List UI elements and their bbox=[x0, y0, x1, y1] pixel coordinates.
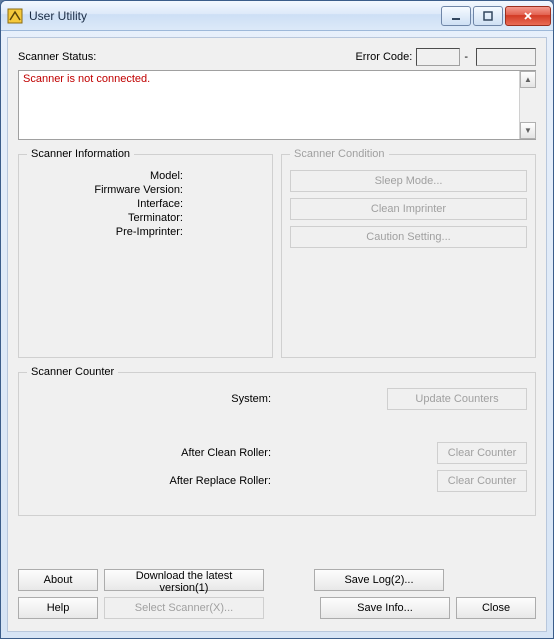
clean-imprinter-button[interactable]: Clean Imprinter bbox=[290, 198, 527, 220]
scanner-information-group: Scanner Information Model: Firmware Vers… bbox=[18, 148, 273, 358]
window-title: User Utility bbox=[29, 9, 441, 23]
save-log-button[interactable]: Save Log(2)... bbox=[314, 569, 444, 591]
save-info-button[interactable]: Save Info... bbox=[320, 597, 450, 619]
preimprinter-label: Pre-Imprinter: bbox=[27, 226, 187, 238]
download-latest-button[interactable]: Download the latest version(1) bbox=[104, 569, 264, 591]
close-button[interactable]: Close bbox=[456, 597, 536, 619]
error-code-box-2 bbox=[476, 48, 536, 66]
system-label: System: bbox=[27, 393, 277, 405]
scroll-down-button[interactable]: ▼ bbox=[520, 122, 536, 139]
interface-label: Interface: bbox=[27, 198, 187, 210]
select-scanner-button[interactable]: Select Scanner(X)... bbox=[104, 597, 264, 619]
terminator-label: Terminator: bbox=[27, 212, 187, 224]
sleep-mode-button[interactable]: Sleep Mode... bbox=[290, 170, 527, 192]
client-area: Scanner Status: Error Code: - Scanner is… bbox=[7, 37, 547, 632]
caution-setting-button[interactable]: Caution Setting... bbox=[290, 226, 527, 248]
model-label: Model: bbox=[27, 170, 187, 182]
error-code-dash: - bbox=[464, 51, 468, 63]
scanner-information-legend: Scanner Information bbox=[27, 148, 134, 160]
after-clean-roller-label: After Clean Roller: bbox=[27, 447, 277, 459]
firmware-label: Firmware Version: bbox=[27, 184, 187, 196]
clear-counter-replace-button[interactable]: Clear Counter bbox=[437, 470, 527, 492]
scanner-condition-legend: Scanner Condition bbox=[290, 148, 389, 160]
titlebar[interactable]: User Utility bbox=[1, 1, 553, 31]
error-code-label: Error Code: bbox=[355, 51, 412, 63]
about-button[interactable]: About bbox=[18, 569, 98, 591]
status-header-row: Scanner Status: Error Code: - bbox=[18, 48, 536, 66]
scanner-counter-group: Scanner Counter System: Update Counters … bbox=[18, 366, 536, 516]
app-window: User Utility Scanner Status: Error Code:… bbox=[0, 0, 554, 639]
minimize-button[interactable] bbox=[441, 6, 471, 26]
scroll-up-button[interactable]: ▲ bbox=[520, 71, 536, 88]
scanner-counter-legend: Scanner Counter bbox=[27, 366, 118, 378]
window-buttons bbox=[441, 6, 551, 26]
status-message: Scanner is not connected. bbox=[23, 73, 150, 85]
error-code-box-1 bbox=[416, 48, 460, 66]
clear-counter-clean-button[interactable]: Clear Counter bbox=[437, 442, 527, 464]
status-scrollbar[interactable]: ▲ ▼ bbox=[519, 71, 536, 139]
after-replace-roller-label: After Replace Roller: bbox=[27, 475, 277, 487]
close-window-button[interactable] bbox=[505, 6, 551, 26]
scroll-track[interactable] bbox=[520, 88, 536, 122]
help-button[interactable]: Help bbox=[18, 597, 98, 619]
maximize-button[interactable] bbox=[473, 6, 503, 26]
status-textarea[interactable]: Scanner is not connected. ▲ ▼ bbox=[18, 70, 536, 140]
scanner-status-label: Scanner Status: bbox=[18, 51, 96, 63]
scanner-condition-group: Scanner Condition Sleep Mode... Clean Im… bbox=[281, 148, 536, 358]
bottom-button-area: About Download the latest version(1) Sav… bbox=[18, 561, 536, 625]
app-icon bbox=[7, 8, 23, 24]
update-counters-button[interactable]: Update Counters bbox=[387, 388, 527, 410]
